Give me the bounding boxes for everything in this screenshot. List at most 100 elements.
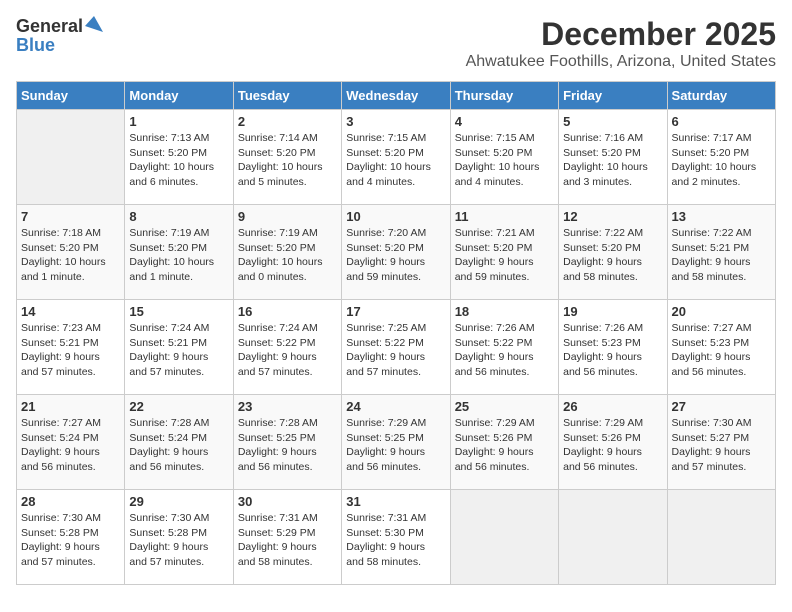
day-number: 28 bbox=[21, 494, 120, 509]
calendar-week-row: 28 Sunrise: 7:30 AM Sunset: 5:28 PM Dayli… bbox=[17, 490, 776, 585]
day-info: Sunrise: 7:31 AM Sunset: 5:29 PM Dayligh… bbox=[238, 511, 337, 570]
table-row: 4 Sunrise: 7:15 AM Sunset: 5:20 PM Daylig… bbox=[450, 110, 558, 205]
table-row: 28 Sunrise: 7:30 AM Sunset: 5:28 PM Dayli… bbox=[17, 490, 125, 585]
day-info: Sunrise: 7:22 AM Sunset: 5:20 PM Dayligh… bbox=[563, 226, 662, 285]
day-number: 3 bbox=[346, 114, 445, 129]
table-row: 18Sunrise: 7:26 AM Sunset: 5:22 PM Dayli… bbox=[450, 300, 558, 395]
table-row: 17Sunrise: 7:25 AM Sunset: 5:22 PM Dayli… bbox=[342, 300, 450, 395]
table-row: 24 Sunrise: 7:29 AM Sunset: 5:25 PM Dayli… bbox=[342, 395, 450, 490]
calendar-week-row: 7 Sunrise: 7:18 AM Sunset: 5:20 PM Daylig… bbox=[17, 205, 776, 300]
day-info: Sunrise: 7:26 AM Sunset: 5:22 PM Dayligh… bbox=[455, 321, 554, 380]
header-monday: Monday bbox=[125, 82, 233, 110]
table-row bbox=[17, 110, 125, 205]
day-number: 8 bbox=[129, 209, 228, 224]
day-number: 2 bbox=[238, 114, 337, 129]
table-row bbox=[450, 490, 558, 585]
table-row bbox=[667, 490, 775, 585]
day-info: Sunrise: 7:16 AM Sunset: 5:20 PM Dayligh… bbox=[563, 131, 662, 190]
table-row: 10 Sunrise: 7:20 AM Sunset: 5:20 PM Dayli… bbox=[342, 205, 450, 300]
day-number: 20 bbox=[672, 304, 771, 319]
day-info: Sunrise: 7:13 AM Sunset: 5:20 PM Dayligh… bbox=[129, 131, 228, 190]
header-saturday: Saturday bbox=[667, 82, 775, 110]
logo-blue-text: Blue bbox=[16, 36, 103, 54]
day-number: 15 bbox=[129, 304, 228, 319]
location-title: Ahwatukee Foothills, Arizona, United Sta… bbox=[466, 53, 776, 71]
page-header: General Blue December 2025 Ahwatukee Foo… bbox=[16, 16, 776, 71]
table-row: 19 Sunrise: 7:26 AM Sunset: 5:23 PM Dayli… bbox=[559, 300, 667, 395]
table-row: 9 Sunrise: 7:19 AM Sunset: 5:20 PM Daylig… bbox=[233, 205, 341, 300]
day-info: Sunrise: 7:23 AM Sunset: 5:21 PM Dayligh… bbox=[21, 321, 120, 380]
day-number: 5 bbox=[563, 114, 662, 129]
day-info: Sunrise: 7:30 AM Sunset: 5:27 PM Dayligh… bbox=[672, 416, 771, 475]
day-info: Sunrise: 7:28 AM Sunset: 5:25 PM Dayligh… bbox=[238, 416, 337, 475]
day-number: 10 bbox=[346, 209, 445, 224]
table-row: 11Sunrise: 7:21 AM Sunset: 5:20 PM Dayli… bbox=[450, 205, 558, 300]
day-number: 19 bbox=[563, 304, 662, 319]
logo-bird-icon bbox=[85, 16, 103, 32]
table-row: 16Sunrise: 7:24 AM Sunset: 5:22 PM Dayli… bbox=[233, 300, 341, 395]
day-number: 22 bbox=[129, 399, 228, 414]
table-row: 5 Sunrise: 7:16 AM Sunset: 5:20 PM Daylig… bbox=[559, 110, 667, 205]
day-number: 23 bbox=[238, 399, 337, 414]
title-area: December 2025 Ahwatukee Foothills, Arizo… bbox=[466, 16, 776, 71]
day-info: Sunrise: 7:27 AM Sunset: 5:24 PM Dayligh… bbox=[21, 416, 120, 475]
day-number: 26 bbox=[563, 399, 662, 414]
table-row bbox=[559, 490, 667, 585]
day-number: 6 bbox=[672, 114, 771, 129]
table-row: 14 Sunrise: 7:23 AM Sunset: 5:21 PM Dayli… bbox=[17, 300, 125, 395]
table-row: 27Sunrise: 7:30 AM Sunset: 5:27 PM Dayli… bbox=[667, 395, 775, 490]
table-row: 3 Sunrise: 7:15 AM Sunset: 5:20 PM Daylig… bbox=[342, 110, 450, 205]
day-number: 21 bbox=[21, 399, 120, 414]
day-info: Sunrise: 7:30 AM Sunset: 5:28 PM Dayligh… bbox=[21, 511, 120, 570]
day-info: Sunrise: 7:19 AM Sunset: 5:20 PM Dayligh… bbox=[238, 226, 337, 285]
day-number: 1 bbox=[129, 114, 228, 129]
day-info: Sunrise: 7:27 AM Sunset: 5:23 PM Dayligh… bbox=[672, 321, 771, 380]
header-tuesday: Tuesday bbox=[233, 82, 341, 110]
table-row: 21 Sunrise: 7:27 AM Sunset: 5:24 PM Dayli… bbox=[17, 395, 125, 490]
calendar-table: Sunday Monday Tuesday Wednesday Thursday… bbox=[16, 81, 776, 585]
day-info: Sunrise: 7:24 AM Sunset: 5:22 PM Dayligh… bbox=[238, 321, 337, 380]
day-info: Sunrise: 7:20 AM Sunset: 5:20 PM Dayligh… bbox=[346, 226, 445, 285]
calendar-week-row: 21 Sunrise: 7:27 AM Sunset: 5:24 PM Dayli… bbox=[17, 395, 776, 490]
day-info: Sunrise: 7:15 AM Sunset: 5:20 PM Dayligh… bbox=[455, 131, 554, 190]
day-info: Sunrise: 7:18 AM Sunset: 5:20 PM Dayligh… bbox=[21, 226, 120, 285]
table-row: 30Sunrise: 7:31 AM Sunset: 5:29 PM Dayli… bbox=[233, 490, 341, 585]
day-info: Sunrise: 7:29 AM Sunset: 5:26 PM Dayligh… bbox=[563, 416, 662, 475]
table-row: 13Sunrise: 7:22 AM Sunset: 5:21 PM Dayli… bbox=[667, 205, 775, 300]
table-row: 20 Sunrise: 7:27 AM Sunset: 5:23 PM Dayli… bbox=[667, 300, 775, 395]
month-title: December 2025 bbox=[466, 16, 776, 53]
day-info: Sunrise: 7:30 AM Sunset: 5:28 PM Dayligh… bbox=[129, 511, 228, 570]
day-number: 14 bbox=[21, 304, 120, 319]
day-number: 7 bbox=[21, 209, 120, 224]
day-info: Sunrise: 7:19 AM Sunset: 5:20 PM Dayligh… bbox=[129, 226, 228, 285]
logo: General Blue bbox=[16, 16, 103, 54]
day-info: Sunrise: 7:22 AM Sunset: 5:21 PM Dayligh… bbox=[672, 226, 771, 285]
day-info: Sunrise: 7:26 AM Sunset: 5:23 PM Dayligh… bbox=[563, 321, 662, 380]
table-row: 23 Sunrise: 7:28 AM Sunset: 5:25 PM Dayli… bbox=[233, 395, 341, 490]
table-row: 6 Sunrise: 7:17 AM Sunset: 5:20 PM Daylig… bbox=[667, 110, 775, 205]
calendar-week-row: 14 Sunrise: 7:23 AM Sunset: 5:21 PM Dayli… bbox=[17, 300, 776, 395]
day-info: Sunrise: 7:14 AM Sunset: 5:20 PM Dayligh… bbox=[238, 131, 337, 190]
day-info: Sunrise: 7:15 AM Sunset: 5:20 PM Dayligh… bbox=[346, 131, 445, 190]
day-info: Sunrise: 7:29 AM Sunset: 5:25 PM Dayligh… bbox=[346, 416, 445, 475]
calendar-week-row: 1 Sunrise: 7:13 AM Sunset: 5:20 PM Daylig… bbox=[17, 110, 776, 205]
table-row: 12 Sunrise: 7:22 AM Sunset: 5:20 PM Dayli… bbox=[559, 205, 667, 300]
table-row: 1 Sunrise: 7:13 AM Sunset: 5:20 PM Daylig… bbox=[125, 110, 233, 205]
day-number: 12 bbox=[563, 209, 662, 224]
header-wednesday: Wednesday bbox=[342, 82, 450, 110]
day-number: 25 bbox=[455, 399, 554, 414]
header-sunday: Sunday bbox=[17, 82, 125, 110]
logo-general-text: General bbox=[16, 17, 83, 35]
day-number: 9 bbox=[238, 209, 337, 224]
header-thursday: Thursday bbox=[450, 82, 558, 110]
day-info: Sunrise: 7:28 AM Sunset: 5:24 PM Dayligh… bbox=[129, 416, 228, 475]
table-row: 31Sunrise: 7:31 AM Sunset: 5:30 PM Dayli… bbox=[342, 490, 450, 585]
day-info: Sunrise: 7:17 AM Sunset: 5:20 PM Dayligh… bbox=[672, 131, 771, 190]
table-row: 2 Sunrise: 7:14 AM Sunset: 5:20 PM Daylig… bbox=[233, 110, 341, 205]
day-number: 29 bbox=[129, 494, 228, 509]
table-row: 7 Sunrise: 7:18 AM Sunset: 5:20 PM Daylig… bbox=[17, 205, 125, 300]
header-friday: Friday bbox=[559, 82, 667, 110]
day-number: 24 bbox=[346, 399, 445, 414]
table-row: 22 Sunrise: 7:28 AM Sunset: 5:24 PM Dayli… bbox=[125, 395, 233, 490]
day-number: 4 bbox=[455, 114, 554, 129]
